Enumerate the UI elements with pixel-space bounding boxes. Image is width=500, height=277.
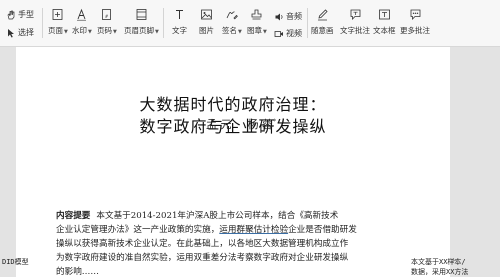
paper-title-line-1: 大数据时代的政府治理： [139, 95, 327, 114]
text-comment-button-label: 文字批注 [340, 26, 370, 35]
cursor-icon [8, 28, 14, 37]
text-icon [176, 10, 183, 19]
abstract-text: 企业是否借助研发 [288, 225, 357, 235]
margin-note-right[interactable]: 数据，采用XX方法 [411, 267, 468, 277]
abstract-line: 的影响…… [56, 267, 99, 277]
textbox-button-label: 文本框 [373, 26, 396, 35]
author-footnote-mark: * [273, 118, 276, 126]
chevron-down-icon: ▼ [263, 29, 267, 35]
signature-button[interactable]: 签名▼ [222, 8, 242, 36]
chevron-down-icon: ▼ [238, 29, 242, 35]
abstract-line: 操纵以获得高新技术企业认定。在此基础上，以各地区大数据管理机构成立作 [56, 239, 349, 249]
video-button-label: 视频 [286, 29, 302, 38]
text-button[interactable]: 文字 [172, 8, 187, 36]
audio-button-label: 音频 [286, 12, 302, 21]
speaker-icon [275, 13, 283, 20]
header-footer-icon [136, 9, 147, 20]
hand-tool-label: 手型 [18, 10, 34, 19]
abstract-line: 内容提要 本文基于2014-2021年沪深A股上市公司样本，结合《高新技术 [56, 209, 416, 221]
watermark-button[interactable]: 水印▼ [72, 8, 92, 36]
note-connector [453, 260, 459, 261]
video-button[interactable]: 视频 [274, 28, 302, 39]
signature-button-label: 签名 [222, 26, 237, 35]
abstract-line: 为数字政府建设的准自然实验，运用双重差分法考察数字政府对企业研发操纵 [56, 253, 349, 263]
page-number-icon: # [102, 9, 112, 20]
toolbar-separator [307, 8, 308, 38]
author-name: 孟 元 [206, 118, 232, 131]
toolbar-separator [163, 8, 164, 38]
freehand-button-label: 随意画 [311, 26, 334, 35]
stamp-button[interactable]: 图章▼ [247, 8, 267, 36]
more-comments-button-label: 更多批注 [400, 26, 430, 35]
chevron-down-icon: ▼ [155, 29, 159, 35]
abstract-line: 企业认定管理办法》这一产业政策的实施，运用群聚估计检验企业是否借助研发 [56, 223, 416, 235]
header-footer-button[interactable]: 页眉页脚▼ [124, 8, 159, 36]
author-name: 杨 蓉 [247, 118, 274, 131]
image-icon [201, 9, 212, 20]
page-button[interactable]: 页面▼ [48, 8, 68, 36]
text-button-label: 文字 [172, 26, 187, 35]
svg-text:#: # [105, 14, 109, 19]
watermark-button-label: 水印 [72, 26, 87, 35]
text-comment-button[interactable]: 文字批注 [340, 8, 370, 36]
more-comments-icon [410, 9, 420, 20]
page-number-button-label: 页码 [97, 26, 112, 35]
watermark-icon [77, 8, 87, 21]
page-number-button[interactable]: # 页码▼ [97, 8, 117, 36]
select-tool-button[interactable]: 选择 [6, 27, 34, 38]
abstract-label: 内容提要 [56, 211, 91, 221]
margin-note-left[interactable]: DID模型 [2, 257, 29, 267]
stamp-button-label: 图章 [247, 26, 262, 35]
textbox-button[interactable]: 文本框 [373, 8, 396, 36]
text-comment-icon [350, 9, 360, 20]
paper-authors: 孟 元 杨 蓉* [16, 116, 450, 132]
more-comments-button[interactable]: 更多批注 [400, 8, 430, 36]
hand-tool-button[interactable]: 手型 [6, 9, 34, 20]
abstract-text: 本文基于2014-2021年沪深A股上市公司样本，结合《高新技术 [96, 211, 339, 221]
image-button[interactable]: 图片 [199, 8, 214, 36]
chevron-down-icon: ▼ [113, 29, 117, 35]
toolbar-separator [42, 8, 43, 38]
stamp-icon [252, 9, 262, 20]
video-icon [274, 30, 283, 37]
toolbar: 手型 选择 页面▼ 水印▼ # 页码▼ 页眉页脚▼ 文字 图片 签名▼ 图章▼ … [0, 0, 500, 47]
freehand-button[interactable]: 随意画 [311, 8, 334, 36]
audio-button[interactable]: 音频 [274, 11, 302, 22]
abstract-highlighted-text[interactable]: 运用群聚估计检验 [219, 225, 288, 235]
chevron-down-icon: ▼ [88, 29, 92, 35]
add-page-icon [53, 9, 63, 20]
image-button-label: 图片 [199, 26, 214, 35]
select-tool-label: 选择 [18, 28, 34, 37]
chevron-down-icon: ▼ [64, 29, 68, 35]
pen-icon [317, 9, 328, 21]
margin-note-right[interactable]: 本文基于XX样本/ [411, 257, 466, 267]
abstract-text: 企业认定管理办法》这一产业政策的实施， [56, 225, 220, 235]
page-button-label: 页面 [48, 26, 63, 35]
header-footer-button-label: 页眉页脚 [124, 26, 154, 35]
textbox-icon [378, 9, 390, 20]
signature-icon [227, 11, 239, 20]
hand-icon [7, 10, 15, 19]
